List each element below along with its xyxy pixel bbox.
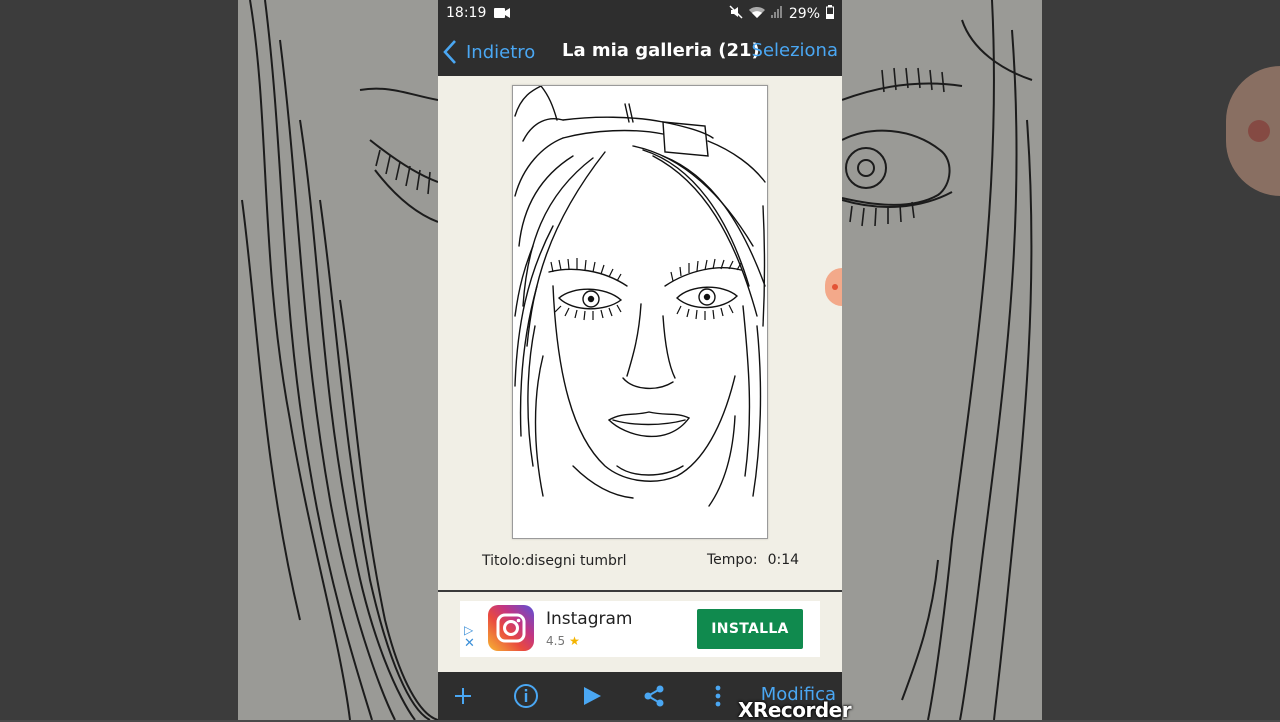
ad-app-name: Instagram (546, 609, 633, 629)
share-icon[interactable] (639, 682, 669, 710)
play-icon[interactable] (577, 682, 607, 710)
ad-play-icon: ▷ (464, 623, 474, 637)
drawing-thumbnail[interactable] (512, 85, 768, 539)
drawing-title: Titolo:disegni tumbrl (482, 553, 627, 569)
title-value: disegni tumbrl (525, 553, 627, 569)
star-icon: ★ (569, 634, 580, 648)
battery-icon (826, 5, 834, 23)
rating-value: 4.5 (546, 634, 566, 648)
install-button[interactable]: INSTALLA (697, 609, 803, 649)
info-icon[interactable] (511, 682, 541, 710)
back-button[interactable]: Indietro (442, 38, 535, 66)
bg-right-sketch (842, 0, 1033, 720)
select-button[interactable]: Seleziona (752, 40, 838, 61)
mute-icon (729, 5, 743, 23)
status-icons: 29% (729, 5, 834, 23)
wifi-icon (748, 6, 765, 23)
chevron-left-icon (443, 40, 456, 64)
more-icon[interactable] (703, 682, 733, 710)
drawing-time: Tempo: 0:14 (707, 552, 799, 568)
plus-icon[interactable] (448, 682, 478, 710)
time-label: Tempo: (707, 552, 758, 568)
title-label: Titolo: (482, 553, 526, 569)
status-time: 18:19 (446, 5, 487, 21)
navigation-bar: Indietro La mia galleria (21) Seleziona (438, 28, 842, 76)
portrait-drawing (514, 86, 766, 507)
background-left (0, 0, 438, 720)
battery-level: 29% (788, 6, 820, 22)
ad-banner[interactable]: ▷ ✕ Instagram 4.5 ★ INSTALLA (460, 601, 820, 657)
ad-banner-area: ▷ ✕ Instagram 4.5 ★ INSTALLA (438, 592, 842, 672)
page-title: La mia galleria (21) (562, 40, 760, 61)
video-record-icon (494, 7, 510, 23)
time-value: 0:14 (767, 552, 800, 568)
back-label: Indietro (466, 41, 536, 63)
instagram-logo (488, 605, 534, 651)
ad-close-icon[interactable]: ✕ (464, 637, 478, 651)
background-right (842, 0, 1280, 720)
signal-icon (770, 6, 783, 22)
ad-choices[interactable]: ▷ ✕ (464, 623, 478, 651)
status-bar: 18:19 29% (438, 0, 842, 28)
recorder-watermark: XRecorder (738, 698, 852, 722)
bg-left-sketch (241, 0, 438, 720)
ad-rating: 4.5 ★ (546, 634, 580, 648)
phone-screen: 18:19 29% Indietro La mia galleria (21) (438, 0, 842, 720)
